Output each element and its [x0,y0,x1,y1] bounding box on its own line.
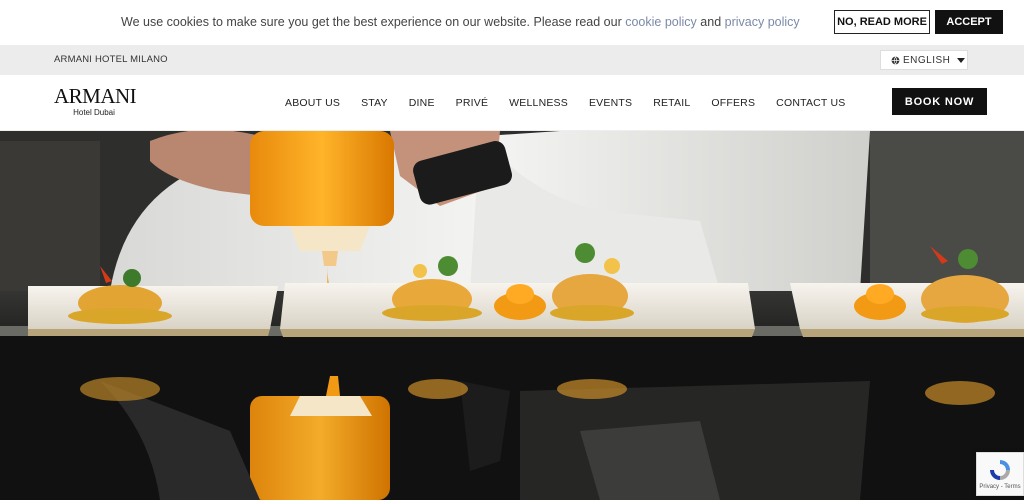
nav-item-prive[interactable]: PRIVÉ [456,97,489,109]
hotel-name-link[interactable]: ARMANI HOTEL MILANO [54,54,168,65]
nav-item-wellness[interactable]: WELLNESS [509,97,568,109]
nav-item-retail[interactable]: RETAIL [653,97,690,109]
nav-item-dine[interactable]: DINE [409,97,435,109]
logo[interactable]: ARMANI Hotel Dubai [54,84,137,117]
globe-icon [891,56,900,64]
language-label: ENGLISH [903,54,951,66]
nav-item-about[interactable]: ABOUT US [285,97,340,109]
cookie-text-and: and [696,15,725,29]
cookie-message: We use cookies to make sure you get the … [121,15,800,29]
cookie-policy-link[interactable]: cookie policy [625,15,697,29]
privacy-policy-link[interactable]: privacy policy [725,15,800,29]
read-more-button[interactable]: NO, READ MORE [834,10,930,34]
chevron-down-icon [957,57,966,63]
logo-main: ARMANI [54,84,137,108]
logo-sub: Hotel Dubai [73,108,115,117]
nav-item-events[interactable]: EVENTS [589,97,632,109]
accept-button[interactable]: ACCEPT [935,10,1003,34]
nav-item-stay[interactable]: STAY [361,97,388,109]
top-strip: ARMANI HOTEL MILANO ENGLISH [0,45,1024,75]
hero-illustration [0,131,1024,500]
cookie-text-before: We use cookies to make sure you get the … [121,15,626,29]
recaptcha-label: Privacy - Terms [979,484,1021,490]
main-nav: ABOUT US STAY DINE PRIVÉ WELLNESS EVENTS… [285,97,845,109]
main-header: ARMANI Hotel Dubai ABOUT US STAY DINE PR… [0,75,1024,131]
hero-image [0,131,1024,500]
language-select[interactable]: ENGLISH [880,50,968,70]
cookie-banner: We use cookies to make sure you get the … [0,0,1024,45]
recaptcha-icon [990,460,1010,480]
nav-item-offers[interactable]: OFFERS [711,97,755,109]
book-now-button[interactable]: BOOK NOW [892,88,987,115]
nav-item-contact[interactable]: CONTACT US [776,97,845,109]
recaptcha-badge[interactable]: Privacy - Terms [976,452,1024,496]
